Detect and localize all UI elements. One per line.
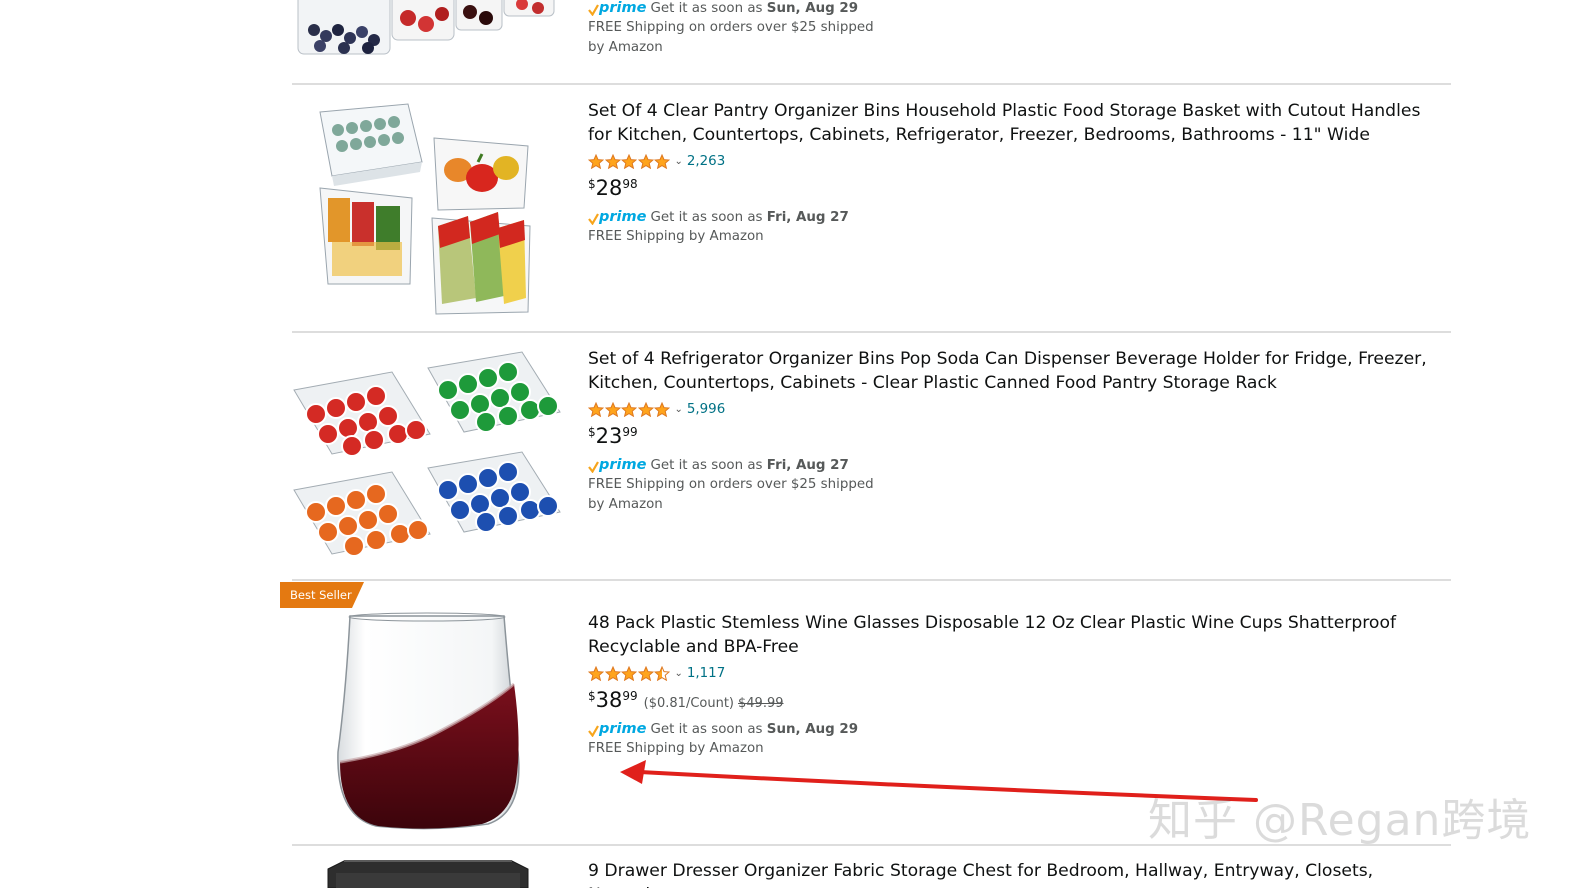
search-results-page: prime Get it as soon as Sun, Aug 29 FREE… xyxy=(0,0,1579,888)
annotation-arrow xyxy=(620,760,1258,802)
watermark: 知乎 @Regan跨境 xyxy=(1148,795,1532,846)
